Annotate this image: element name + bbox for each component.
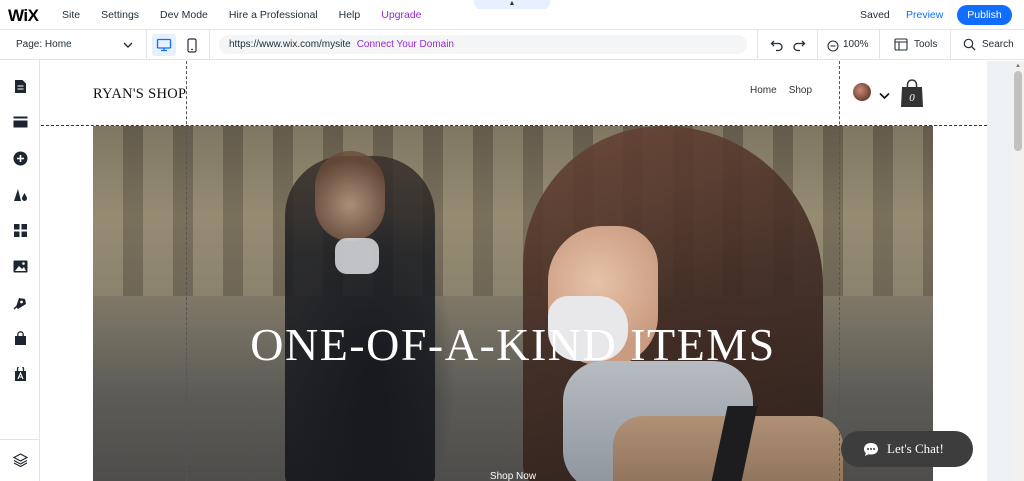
chat-button[interactable]: Let's Chat!: [841, 431, 973, 467]
add-icon[interactable]: [12, 150, 28, 166]
header-boundary-line: [41, 125, 987, 126]
divider: [209, 30, 210, 60]
menu-settings[interactable]: Settings: [101, 9, 139, 21]
divider: [817, 30, 818, 60]
collapse-topbar-tab[interactable]: ▲: [474, 0, 550, 9]
blog-icon[interactable]: [12, 294, 28, 310]
apps-icon[interactable]: [12, 222, 28, 238]
redo-icon[interactable]: [792, 38, 806, 57]
nav-shop[interactable]: Shop: [789, 85, 812, 96]
publish-button[interactable]: Publish: [957, 5, 1012, 25]
wix-logo[interactable]: WiX: [8, 6, 39, 26]
editor-toolbar: Page: Home https://www.wix.com/mysite Con…: [0, 30, 1024, 60]
site-nav: Home Shop: [750, 85, 824, 96]
top-menu: Site Settings Dev Mode Hire a Profession…: [62, 0, 443, 30]
chat-bubble-icon: [864, 442, 878, 456]
site-url: https://www.wix.com/mysite: [229, 39, 351, 50]
undo-icon[interactable]: [770, 38, 784, 57]
left-gridline: [186, 61, 187, 481]
search-icon[interactable]: [963, 38, 976, 56]
cart-count: 0: [909, 92, 915, 104]
zoom-out-icon[interactable]: [827, 39, 839, 57]
avatar[interactable]: [853, 83, 871, 101]
menu-hire-professional[interactable]: Hire a Professional: [229, 9, 318, 21]
divider: [757, 30, 758, 60]
store-icon[interactable]: [12, 330, 28, 346]
divider: [0, 439, 40, 440]
desktop-view-button[interactable]: [152, 34, 176, 56]
desktop-icon: [156, 38, 172, 52]
preview-button[interactable]: Preview: [906, 9, 943, 21]
sections-icon[interactable]: [12, 114, 28, 130]
bookings-icon[interactable]: [12, 366, 28, 382]
site-title[interactable]: RYAN'S SHOP: [93, 86, 186, 103]
design-icon[interactable]: [12, 186, 28, 202]
connect-domain-link[interactable]: Connect Your Domain: [357, 39, 454, 50]
saved-status: Saved: [860, 9, 890, 21]
page-selector[interactable]: Page: Home: [16, 39, 72, 50]
menu-site[interactable]: Site: [62, 9, 80, 21]
mobile-icon: [187, 37, 197, 53]
mobile-view-button[interactable]: [184, 34, 200, 56]
vertical-scrollbar[interactable]: ▲: [1012, 61, 1024, 481]
layers-icon[interactable]: [12, 452, 28, 468]
site-page[interactable]: RYAN'S SHOP Home Shop 0 ONE-OF-A-KIND ITE…: [41, 61, 987, 481]
left-toolbar: [0, 60, 40, 481]
chat-label: Let's Chat!: [887, 441, 944, 456]
menu-upgrade[interactable]: Upgrade: [381, 9, 421, 21]
scroll-up-arrow-icon[interactable]: ▲: [1015, 63, 1021, 69]
tools-icon[interactable]: [894, 38, 908, 56]
hero-person-man-head: [315, 151, 385, 241]
menu-dev-mode[interactable]: Dev Mode: [160, 9, 208, 21]
hero-person-man-mask: [335, 238, 379, 274]
cart-icon[interactable]: 0: [900, 78, 924, 113]
divider: [950, 30, 951, 60]
chevron-down-icon[interactable]: [122, 38, 134, 56]
zoom-level[interactable]: 100%: [843, 39, 869, 50]
site-url-bar: https://www.wix.com/mysite Connect Your D…: [219, 35, 747, 54]
scrollbar-thumb[interactable]: [1014, 71, 1022, 151]
chevron-down-icon[interactable]: [879, 87, 890, 105]
tools-button[interactable]: Tools: [914, 39, 937, 50]
shop-now-button[interactable]: Shop Now: [473, 471, 553, 481]
hero-title[interactable]: ONE-OF-A-KIND ITEMS: [93, 318, 933, 371]
hero-section[interactable]: ONE-OF-A-KIND ITEMS Shop Now: [93, 126, 933, 481]
divider: [146, 30, 147, 60]
pages-icon[interactable]: [12, 78, 28, 94]
nav-home[interactable]: Home: [750, 85, 777, 96]
media-icon[interactable]: [12, 258, 28, 274]
menu-help[interactable]: Help: [339, 9, 361, 21]
right-gridline: [839, 61, 840, 481]
top-bar: WiX Site Settings Dev Mode Hire a Profes…: [0, 0, 1024, 30]
divider: [879, 30, 880, 60]
search-button[interactable]: Search: [982, 39, 1014, 50]
